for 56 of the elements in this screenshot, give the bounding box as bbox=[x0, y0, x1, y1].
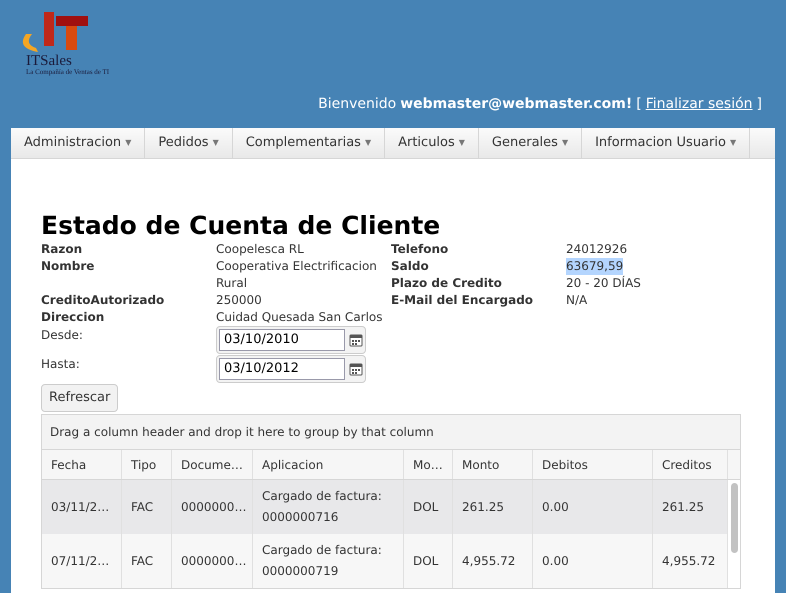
table-row[interactable]: 03/11/2… FAC 0000000… Cargado de factura: 0000000716 DOL 261.25 0.00 261.25 bbox=[42, 480, 728, 534]
logout-link[interactable]: Finalizar sesión bbox=[646, 94, 753, 114]
field-label: Nombre bbox=[41, 258, 96, 275]
column-header[interactable]: Docume… bbox=[172, 450, 253, 479]
bracket-text: ] bbox=[756, 94, 762, 114]
field-value: 24012926 bbox=[566, 241, 628, 258]
field-label: Telefono bbox=[391, 241, 450, 258]
field-value: 63679,59 bbox=[566, 258, 624, 275]
table-cell: FAC bbox=[122, 534, 172, 588]
column-header[interactable]: Monto bbox=[453, 450, 533, 479]
field-value: Cooperativa Electrificacion Rural bbox=[216, 258, 378, 292]
menu-item[interactable]: Informacion Usuario ▼ bbox=[582, 128, 750, 158]
welcome-text: Bienvenido bbox=[318, 94, 396, 114]
table-cell: 4,955.72 bbox=[653, 534, 728, 588]
date-picker[interactable]: 03/10/2012 bbox=[216, 355, 366, 383]
table-cell: 0.00 bbox=[533, 534, 653, 588]
scrollbar-thumb[interactable] bbox=[730, 483, 738, 553]
field-value: Cuidad Quesada San Carlos bbox=[216, 309, 384, 326]
column-header[interactable]: Mo… bbox=[404, 450, 453, 479]
bracket-text: [ bbox=[636, 94, 642, 114]
user-email: webmaster@webmaster.com! bbox=[400, 94, 632, 114]
table-cell: 0000000… bbox=[172, 534, 253, 588]
table-cell: DOL bbox=[404, 534, 453, 588]
table-row[interactable]: 07/11/2… FAC 0000000… Cargado de factura: 0000000719 DOL 4,955.72 0.00 4,955.72 bbox=[42, 534, 728, 588]
date-label: Hasta: bbox=[41, 356, 81, 373]
column-header[interactable]: Creditos bbox=[653, 450, 728, 479]
field-label: CreditoAutorizado bbox=[41, 292, 166, 309]
field-label: E-Mail del Encargado bbox=[391, 292, 534, 309]
field-label: Plazo de Credito bbox=[391, 275, 503, 292]
date-picker[interactable]: 03/10/2010 bbox=[216, 326, 366, 354]
table-cell: 07/11/2… bbox=[42, 534, 122, 588]
column-header[interactable]: Fecha bbox=[42, 450, 122, 479]
calendar-icon[interactable] bbox=[349, 333, 363, 347]
field-value: Coopelesca RL bbox=[216, 241, 305, 258]
column-header[interactable]: Tipo bbox=[122, 450, 172, 479]
table-cell: Cargado de factura: 0000000719 bbox=[253, 534, 404, 588]
menu-item[interactable]: Complementarias ▼ bbox=[232, 128, 386, 158]
column-header[interactable]: Debitos bbox=[533, 450, 653, 479]
field-value: 250000 bbox=[216, 292, 263, 309]
field-label: Razon bbox=[41, 241, 84, 258]
calendar-icon[interactable] bbox=[349, 362, 363, 376]
page-title: Estado de Cuenta de Cliente bbox=[41, 211, 442, 241]
menu-item[interactable]: Pedidos ▼ bbox=[145, 128, 233, 158]
table-cell: 4,955.72 bbox=[453, 534, 533, 588]
refresh-button[interactable]: Refrescar bbox=[41, 384, 118, 412]
field-label: Direccion bbox=[41, 309, 106, 326]
menu-item[interactable]: Administracion ▼ bbox=[11, 128, 146, 158]
column-header[interactable]: Aplicacion bbox=[253, 450, 404, 479]
group-panel: Drag a column header and drop it here to group by that column bbox=[42, 415, 740, 450]
menu-item[interactable]: Articulos ▼ bbox=[385, 128, 479, 158]
menu-item[interactable]: Generales ▼ bbox=[478, 128, 582, 158]
date-label: Desde: bbox=[41, 327, 84, 344]
logo-name: ITSales bbox=[26, 54, 72, 69]
field-label: Saldo bbox=[391, 258, 430, 275]
field-value: 20 - 20 DÍAS bbox=[566, 275, 641, 292]
field-value: N/A bbox=[566, 292, 588, 309]
